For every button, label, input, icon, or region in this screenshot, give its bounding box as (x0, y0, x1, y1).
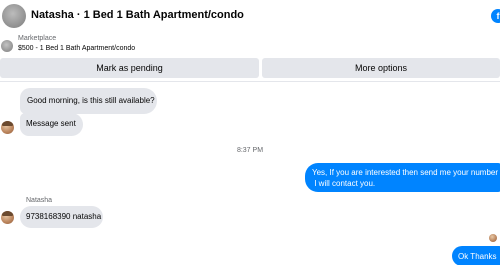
message-text: Message sent (26, 119, 76, 128)
marketplace-label: Marketplace (18, 35, 57, 42)
listing-thumbnail (1, 40, 13, 52)
seen-avatar-icon (489, 234, 497, 242)
message-text: 9738168390 natasha (26, 212, 102, 221)
messenger-conversation: Natasha · 1 Bed 1 Bath Apartment/condo f… (0, 0, 500, 265)
conversation-title[interactable]: Natasha · 1 Bed 1 Bath Apartment/condo (31, 9, 244, 21)
mark-as-pending-button[interactable]: Mark as pending (0, 58, 259, 78)
contact-avatar[interactable] (2, 4, 26, 28)
conversation-header: Natasha · 1 Bed 1 Bath Apartment/condo f (0, 0, 500, 32)
message-bubble-outgoing[interactable]: Ok Thanks (452, 246, 500, 265)
message-timestamp: 8:37 PM (236, 147, 264, 154)
contact-avatar-small[interactable] (1, 211, 14, 224)
info-icon[interactable]: f (491, 9, 500, 23)
contact-avatar-small[interactable] (1, 121, 14, 134)
more-options-button[interactable]: More options (262, 58, 500, 78)
message-bubble-incoming[interactable]: 9738168390 natasha (20, 206, 103, 228)
message-text-line-2: I will contact you. (312, 179, 376, 188)
sender-name: Natasha (26, 197, 53, 204)
message-bubble-outgoing[interactable]: Yes, If you are interested then send me … (305, 163, 500, 192)
header-divider (0, 81, 500, 82)
message-text: Ok Thanks (458, 252, 497, 261)
message-text: Good morning, is this still available? (27, 96, 155, 105)
marketplace-listing-banner[interactable]: Marketplace $500 - 1 Bed 1 Bath Apartmen… (0, 32, 500, 59)
message-bubble-incoming[interactable]: Message sent (20, 113, 83, 136)
message-text-line-1: Yes, If you are interested then send me … (312, 168, 499, 177)
listing-title: $500 - 1 Bed 1 Bath Apartment/condo (18, 45, 136, 52)
message-bubble-incoming[interactable]: Good morning, is this still available? (20, 88, 157, 114)
